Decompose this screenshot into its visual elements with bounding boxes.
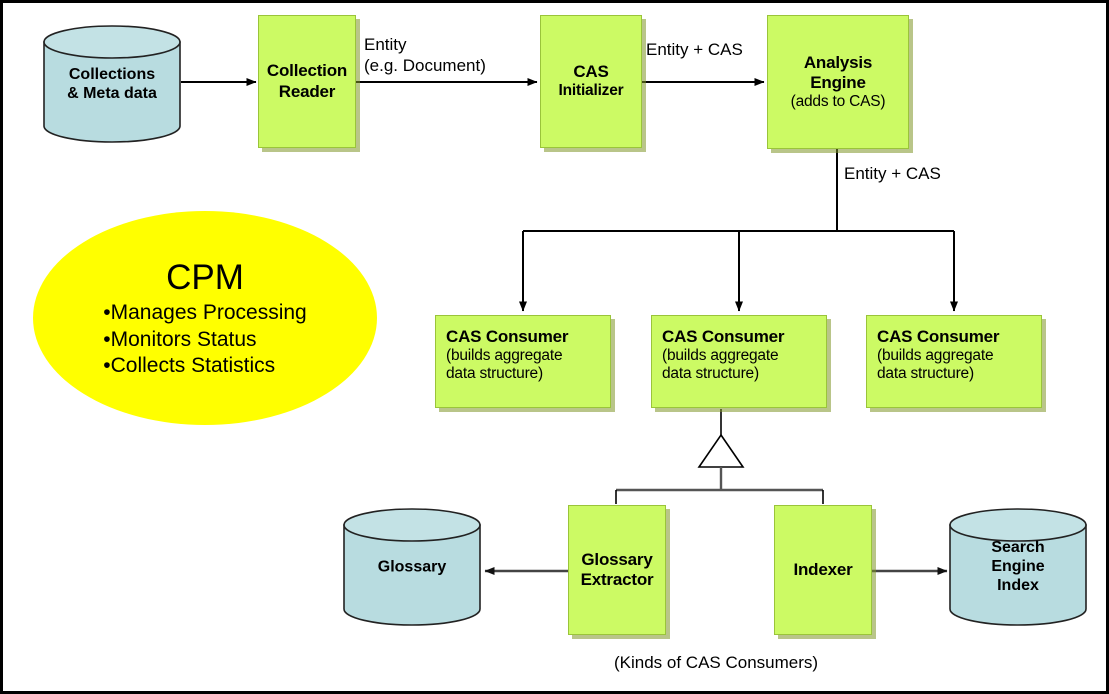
datastore-collections: Collections & Meta data <box>43 25 181 143</box>
generalization-triangle <box>697 433 745 468</box>
cas-consumer-3-sub-1: (builds aggregate <box>877 347 994 365</box>
cpm-bullet-3: •Collects Statistics <box>103 354 276 378</box>
process-glossary-extractor[interactable]: Glossary Extractor <box>568 505 666 635</box>
analysis-engine-title-2: Engine <box>810 72 866 92</box>
cas-consumer-1-sub-1: (builds aggregate <box>446 347 563 365</box>
process-indexer[interactable]: Indexer <box>774 505 872 635</box>
process-cas-consumer-1[interactable]: CAS Consumer (builds aggregate data stru… <box>435 315 611 408</box>
edge-label-entity-line2: (e.g. Document) <box>364 55 486 75</box>
cpm-callout: CPM •Manages Processing •Monitors Status… <box>33 211 377 425</box>
glossary-extractor-title-2: Extractor <box>580 570 654 589</box>
edge-label-entity-line1: Entity <box>364 35 407 54</box>
glossary-extractor-title-1: Glossary <box>581 549 653 569</box>
process-cas-consumer-2[interactable]: CAS Consumer (builds aggregate data stru… <box>651 315 827 408</box>
process-cas-initializer[interactable]: CAS Initializer <box>540 15 642 148</box>
edge-label-entity: Entity (e.g. Document) <box>364 35 486 76</box>
cas-initializer-title-1: CAS <box>573 62 609 82</box>
cas-consumer-1-title: CAS Consumer <box>446 327 569 346</box>
collection-reader-title-1: Collection <box>266 61 348 81</box>
process-analysis-engine[interactable]: Analysis Engine (adds to CAS) <box>767 15 909 149</box>
cas-consumer-3-title: CAS Consumer <box>877 327 1000 346</box>
indexer-title: Indexer <box>793 559 853 579</box>
collection-reader-title-2: Reader <box>278 81 336 101</box>
datastore-search-engine-index: Search Engine Index <box>949 508 1087 626</box>
cpm-title: CPM <box>166 257 244 297</box>
cas-initializer-title-2: Initializer <box>558 82 624 100</box>
edge-label-entity-cas-2: Entity + CAS <box>844 164 941 183</box>
cpm-bullet-2: •Monitors Status <box>103 327 257 351</box>
edge-label-entity-cas-1: Entity + CAS <box>646 40 743 59</box>
process-cas-consumer-3[interactable]: CAS Consumer (builds aggregate data stru… <box>866 315 1042 408</box>
analysis-engine-title-1: Analysis <box>803 52 873 72</box>
cpm-bullet-list: •Manages Processing •Monitors Status •Co… <box>103 300 306 381</box>
cpm-bullet-1: •Manages Processing <box>103 300 307 324</box>
caption-kinds-of-cas-consumers: (Kinds of CAS Consumers) <box>614 653 819 672</box>
diagram-canvas: Collections & Meta data Collection Reade… <box>0 0 1109 694</box>
process-collection-reader[interactable]: Collection Reader <box>258 15 356 148</box>
cas-consumer-3-sub-2: data structure) <box>877 365 974 383</box>
cas-consumer-2-sub-1: (builds aggregate <box>662 347 779 365</box>
datastore-glossary: Glossary <box>343 508 481 626</box>
analysis-engine-subtitle: (adds to CAS) <box>790 92 886 110</box>
cas-consumer-2-title: CAS Consumer <box>662 327 785 346</box>
cas-consumer-2-sub-2: data structure) <box>662 365 759 383</box>
cas-consumer-1-sub-2: data structure) <box>446 365 543 383</box>
